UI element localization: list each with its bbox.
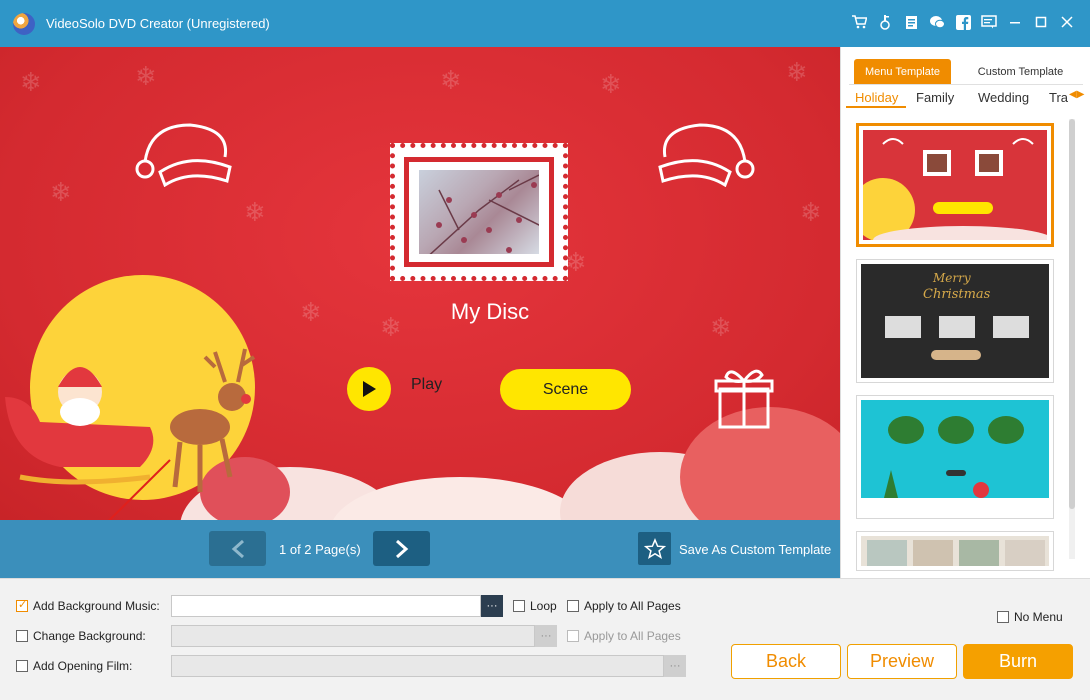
title-bar: VideoSolo DVD Creator (Unregistered) xyxy=(0,0,1090,47)
browse-background-button[interactable]: ··· xyxy=(535,625,557,647)
snowflake-icon: ❄ xyxy=(600,69,622,99)
title-bar-icons xyxy=(850,13,1076,31)
snowflake-icon: ❄ xyxy=(440,65,462,95)
options-panel: Add Background Music: ··· Loop Apply to … xyxy=(0,578,1090,700)
minimize-icon[interactable] xyxy=(1006,13,1024,31)
snowflake-icon: ❄ xyxy=(800,197,822,227)
cloud-decoration xyxy=(330,477,590,520)
santa-hat-right-icon xyxy=(658,123,755,187)
no-menu-checkbox[interactable] xyxy=(997,611,1009,623)
category-wedding[interactable]: Wedding xyxy=(978,90,1029,105)
template-preview-image xyxy=(863,130,1047,240)
disc-photo-frame[interactable] xyxy=(390,143,568,281)
change-background-label[interactable]: Change Background: xyxy=(33,629,146,643)
scene-button[interactable]: Scene xyxy=(500,369,631,410)
app-logo-icon xyxy=(13,13,35,35)
thumb-merry-text: Merry xyxy=(932,271,971,285)
category-holiday[interactable]: Holiday xyxy=(855,90,898,105)
loop-checkbox[interactable] xyxy=(513,600,525,612)
key-icon[interactable] xyxy=(876,13,894,31)
background-music-checkbox[interactable] xyxy=(16,598,28,612)
disc-photo xyxy=(419,170,539,254)
facebook-icon[interactable] xyxy=(954,13,972,31)
save-custom-template-label[interactable]: Save As Custom Template xyxy=(679,542,831,557)
chevron-right-icon xyxy=(395,539,408,558)
menu-preview: ❄ ❄ ❄ ❄ ❄ ❄ ❄ ❄ ❄ ❄ ❄ ❄ My Disc Play Sce… xyxy=(0,47,840,520)
snowflake-icon: ❄ xyxy=(50,177,72,207)
browse-music-button[interactable]: ··· xyxy=(481,595,503,617)
template-preview-image xyxy=(861,400,1049,514)
change-background-field[interactable] xyxy=(171,625,535,647)
disc-title[interactable]: My Disc xyxy=(390,299,590,325)
caret-right-icon[interactable]: ▶ xyxy=(1077,89,1085,100)
tab-menu-template[interactable]: Menu Template xyxy=(854,59,951,84)
next-page-button[interactable] xyxy=(373,531,430,566)
play-label[interactable]: Play xyxy=(411,376,442,394)
back-button[interactable]: Back xyxy=(731,644,841,679)
template-thumbnail[interactable] xyxy=(856,395,1054,519)
previous-page-button[interactable] xyxy=(209,531,266,566)
snowflake-icon: ❄ xyxy=(710,312,732,342)
star-icon xyxy=(643,537,666,559)
background-music-label[interactable]: Add Background Music: xyxy=(33,599,160,613)
category-scroll-arrows[interactable]: ◀▶ xyxy=(1069,89,1084,100)
opening-film-label[interactable]: Add Opening Film: xyxy=(33,659,132,673)
snowflake-icon: ❄ xyxy=(786,57,808,87)
template-panel: Menu Template Custom Template Holiday Fa… xyxy=(840,47,1090,578)
template-thumbnail[interactable]: Merry Christmas xyxy=(856,259,1054,383)
template-preview-image xyxy=(861,536,1049,566)
thumb-christmas-text: Christmas xyxy=(923,287,991,302)
save-custom-template-button[interactable] xyxy=(638,532,671,565)
chevron-left-icon xyxy=(231,539,244,558)
apply-all-pages-music-label[interactable]: Apply to All Pages xyxy=(584,599,681,613)
browse-opening-film-button[interactable]: ··· xyxy=(664,655,686,677)
background-music-field[interactable] xyxy=(171,595,481,617)
chat-icon[interactable] xyxy=(928,13,946,31)
window-title: VideoSolo DVD Creator (Unregistered) xyxy=(46,16,270,31)
apply-all-pages-background-checkbox[interactable] xyxy=(567,630,579,642)
category-family[interactable]: Family xyxy=(916,90,954,105)
apply-all-pages-background-label[interactable]: Apply to All Pages xyxy=(584,629,681,643)
close-icon[interactable] xyxy=(1058,13,1076,31)
snowflake-icon: ❄ xyxy=(300,297,322,327)
play-button[interactable] xyxy=(347,367,391,411)
opening-film-field[interactable] xyxy=(171,655,664,677)
no-menu-label[interactable]: No Menu xyxy=(1014,610,1063,624)
template-thumbnail[interactable] xyxy=(856,123,1054,247)
snowflake-icon: ❄ xyxy=(20,67,42,97)
template-scrollbar[interactable] xyxy=(1069,119,1075,559)
santa-sleigh-icon xyxy=(5,348,256,492)
tab-divider xyxy=(849,84,1083,85)
page-indicator: 1 of 2 Page(s) xyxy=(279,542,361,557)
scrollbar-thumb[interactable] xyxy=(1069,119,1075,509)
template-preview-image: Merry Christmas xyxy=(861,264,1049,378)
opening-film-checkbox[interactable] xyxy=(16,660,28,672)
template-thumbnail[interactable] xyxy=(856,531,1054,571)
feedback-icon[interactable] xyxy=(980,13,998,31)
maximize-icon[interactable] xyxy=(1032,13,1050,31)
snowflake-icon: ❄ xyxy=(135,61,157,91)
preview-button[interactable]: Preview xyxy=(847,644,957,679)
santa-hat-left-icon xyxy=(135,123,232,187)
burn-button[interactable]: Burn xyxy=(963,644,1073,679)
loop-label[interactable]: Loop xyxy=(530,599,557,613)
category-active-underline xyxy=(846,106,906,108)
caret-left-icon[interactable]: ◀ xyxy=(1069,89,1077,100)
register-icon[interactable] xyxy=(902,13,920,31)
cart-icon[interactable] xyxy=(850,13,868,31)
gift-icon xyxy=(714,369,774,429)
snowflake-icon: ❄ xyxy=(565,247,587,277)
category-travel[interactable]: Tra xyxy=(1049,90,1069,105)
page-navigation-bar: 1 of 2 Page(s) Save As Custom Template xyxy=(0,520,840,578)
snowflake-icon: ❄ xyxy=(244,197,266,227)
tab-custom-template[interactable]: Custom Template xyxy=(954,59,1087,84)
apply-all-pages-music-checkbox[interactable] xyxy=(567,600,579,612)
change-background-checkbox[interactable] xyxy=(16,630,28,642)
play-icon xyxy=(363,381,376,397)
